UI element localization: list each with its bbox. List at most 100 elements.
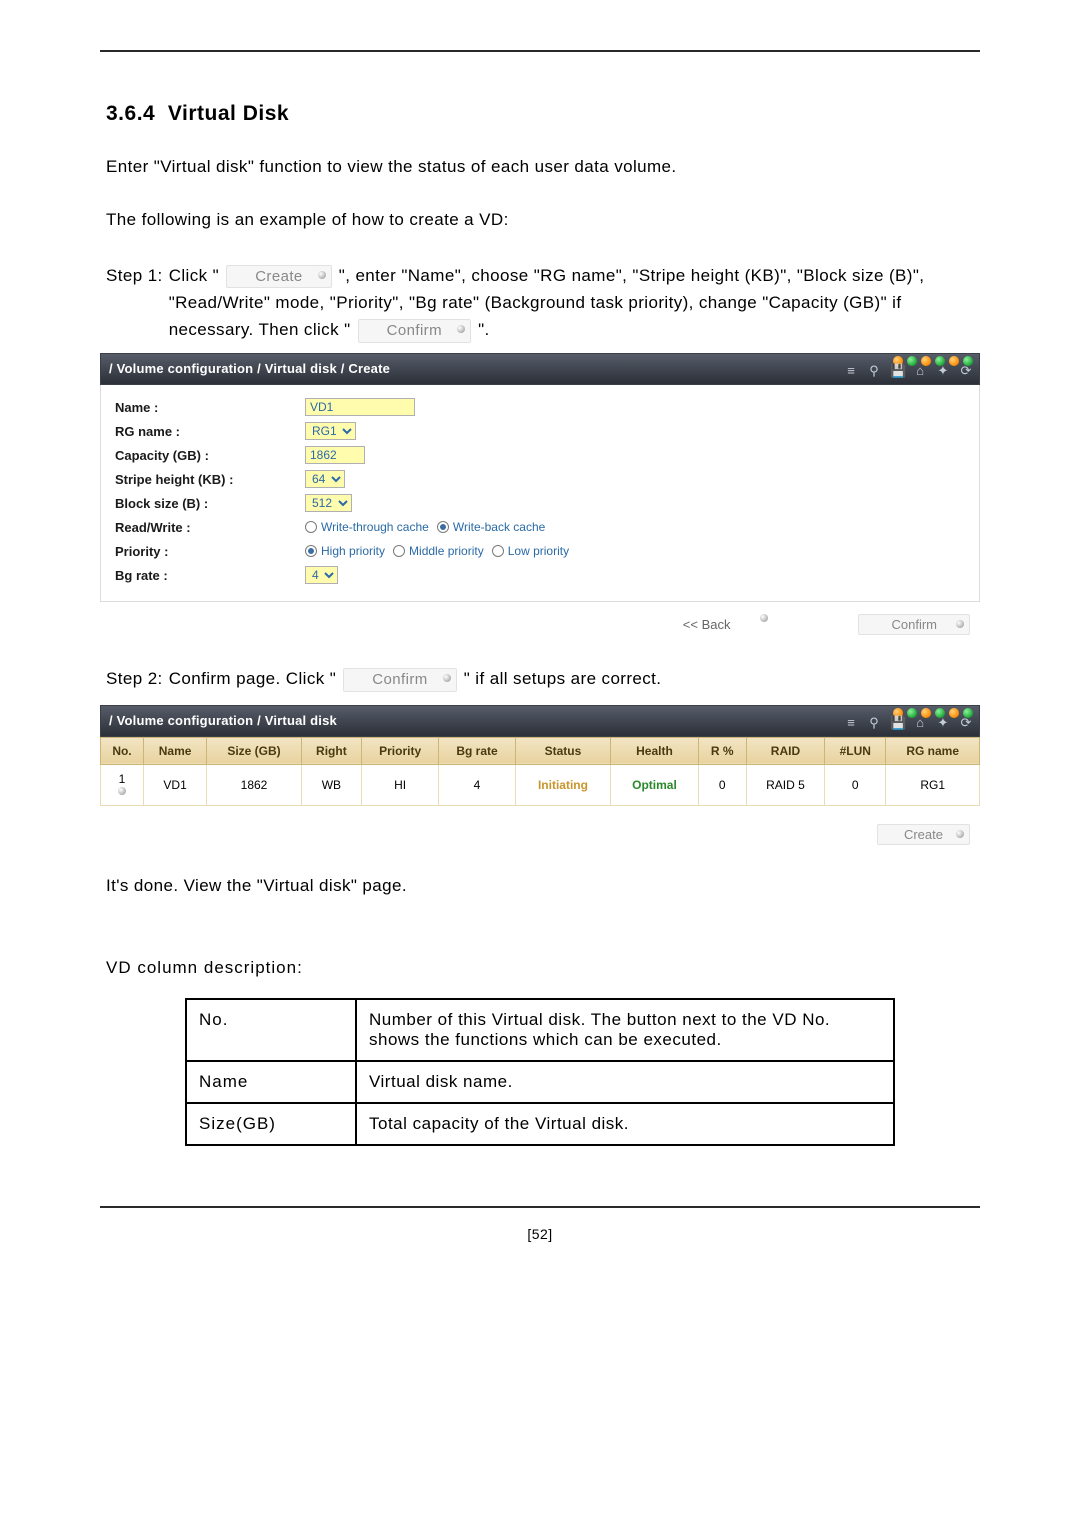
refresh-icon[interactable]: ⟳	[959, 715, 973, 731]
cell-health: Optimal	[611, 764, 698, 805]
section-title: Virtual Disk	[168, 102, 289, 125]
tools-icon[interactable]: ✦	[936, 363, 950, 379]
oval-dot-icon	[760, 614, 768, 622]
desc-row: Name Virtual disk name.	[186, 1061, 894, 1103]
oval-dot-icon	[956, 830, 964, 838]
create-button-inline[interactable]: Create	[226, 265, 331, 289]
rg-name-select[interactable]: RG1	[305, 422, 356, 440]
table-row: 1 VD1 1862 WB HI 4 Initiating Optimal 0 …	[101, 764, 980, 805]
create-button[interactable]: Create	[877, 824, 970, 845]
read-write-label: Read/Write :	[115, 520, 305, 535]
desc-heading: VD column description:	[106, 958, 980, 978]
col-no: No.	[101, 737, 144, 764]
low-priority-radio[interactable]: Low priority	[492, 544, 569, 558]
step-2: Step 2: Confirm page. Click " Confirm " …	[106, 665, 980, 692]
list-icon[interactable]: ≡	[844, 363, 858, 379]
intro-paragraph-2: The following is an example of how to cr…	[106, 209, 980, 232]
create-vd-form-screenshot: / Volume configuration / Virtual disk / …	[100, 353, 980, 635]
write-back-radio[interactable]: Write-back cache	[437, 520, 545, 534]
desc-table: No. Number of this Virtual disk. The but…	[185, 998, 895, 1146]
cell-size: 1862	[207, 764, 302, 805]
step-2-text-post: " if all setups are correct.	[464, 669, 662, 688]
write-through-radio[interactable]: Write-through cache	[305, 520, 429, 534]
bg-rate-select[interactable]: 4	[305, 566, 338, 584]
create-button-label: Create	[904, 827, 943, 842]
col-size: Size (GB)	[207, 737, 302, 764]
rg-name-label: RG name :	[115, 424, 305, 439]
save-icon[interactable]: 💾	[890, 715, 904, 731]
confirm-button-label: Confirm	[387, 322, 442, 339]
save-icon[interactable]: 💾	[890, 363, 904, 379]
step-1-text-post: ".	[478, 320, 490, 339]
col-prio: Priority	[361, 737, 438, 764]
col-raid: RAID	[746, 737, 824, 764]
middle-priority-radio[interactable]: Middle priority	[393, 544, 484, 558]
cell-priority: HI	[361, 764, 438, 805]
capacity-label: Capacity (GB) :	[115, 448, 305, 463]
plug-icon[interactable]: ⚲	[867, 363, 881, 379]
oval-dot-icon	[956, 620, 964, 628]
cell-status: Initiating	[515, 764, 611, 805]
home-icon[interactable]: ⌂	[913, 715, 927, 731]
virtual-disk-table-screenshot: / Volume configuration / Virtual disk ≡ …	[100, 705, 980, 845]
bottom-rule	[100, 1206, 980, 1208]
top-rule	[100, 50, 980, 52]
priority-label: Priority :	[115, 544, 305, 559]
confirm-button-label: Confirm	[372, 671, 427, 688]
desc-col2: Virtual disk name.	[356, 1061, 894, 1103]
name-input[interactable]	[305, 398, 415, 416]
oval-dot-icon	[443, 674, 451, 682]
refresh-icon[interactable]: ⟳	[959, 363, 973, 379]
cell-name: VD1	[143, 764, 206, 805]
confirm-button-inline-1[interactable]: Confirm	[358, 319, 471, 343]
desc-row: No. Number of this Virtual disk. The but…	[186, 999, 894, 1061]
tools-icon[interactable]: ✦	[936, 715, 950, 731]
col-lun: #LUN	[825, 737, 886, 764]
desc-row: Size(GB) Total capacity of the Virtual d…	[186, 1103, 894, 1145]
col-status: Status	[515, 737, 611, 764]
row-action-button[interactable]	[118, 787, 126, 795]
block-size-label: Block size (B) :	[115, 496, 305, 511]
stripe-select[interactable]: 64	[305, 470, 345, 488]
cell-raid: RAID 5	[746, 764, 824, 805]
table-header-row: No. Name Size (GB) Right Priority Bg rat…	[101, 737, 980, 764]
section-heading: 3.6.4 Virtual Disk	[106, 102, 980, 126]
intro-paragraph-1: Enter "Virtual disk" function to view th…	[106, 156, 980, 179]
col-bg: Bg rate	[439, 737, 515, 764]
col-right: Right	[301, 737, 361, 764]
step-1-label: Step 1:	[106, 262, 169, 344]
done-paragraph: It's done. View the "Virtual disk" page.	[106, 875, 980, 898]
section-number: 3.6.4	[106, 102, 155, 125]
bg-rate-label: Bg rate :	[115, 568, 305, 583]
col-health: Health	[611, 737, 698, 764]
cell-rpct: 0	[698, 764, 746, 805]
breadcrumb: / Volume configuration / Virtual disk / …	[101, 353, 398, 384]
plug-icon[interactable]: ⚲	[867, 715, 881, 731]
high-priority-radio[interactable]: High priority	[305, 544, 385, 558]
panel-header-2: / Volume configuration / Virtual disk ≡ …	[100, 705, 980, 737]
capacity-input[interactable]	[305, 446, 365, 464]
block-size-select[interactable]: 512	[305, 494, 352, 512]
step-2-text-pre: Confirm page. Click "	[169, 669, 336, 688]
col-rpct: R %	[698, 737, 746, 764]
home-icon[interactable]: ⌂	[913, 363, 927, 379]
oval-dot-icon	[457, 325, 465, 333]
desc-col1: No.	[186, 999, 356, 1061]
confirm-button-label: Confirm	[891, 617, 937, 632]
create-button-label: Create	[255, 268, 302, 285]
cell-no: 1	[101, 764, 144, 805]
cell-right: WB	[301, 764, 361, 805]
step-1-text-pre: Click "	[169, 266, 219, 285]
cell-bg: 4	[439, 764, 515, 805]
confirm-button-inline-2[interactable]: Confirm	[343, 668, 456, 692]
cell-lun: 0	[825, 764, 886, 805]
page-number: [52]	[100, 1226, 980, 1242]
list-icon[interactable]: ≡	[844, 715, 858, 731]
confirm-button[interactable]: Confirm	[858, 614, 970, 635]
cell-rg: RG1	[886, 764, 980, 805]
stripe-label: Stripe height (KB) :	[115, 472, 305, 487]
panel-header: / Volume configuration / Virtual disk / …	[100, 353, 980, 385]
desc-col1: Name	[186, 1061, 356, 1103]
back-link[interactable]: << Back	[683, 617, 731, 632]
col-name: Name	[143, 737, 206, 764]
